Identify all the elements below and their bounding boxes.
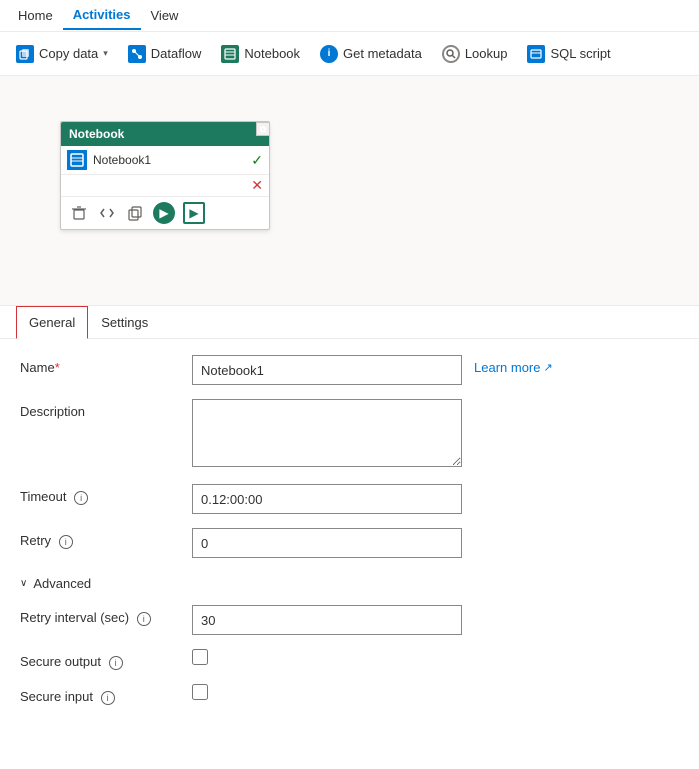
name-required: * (55, 360, 60, 375)
notebook-node[interactable]: Notebook ⧉ Notebook1 ✓ ✕ ▶ ▶ (60, 121, 270, 230)
name-row-right: Learn more ↗ (192, 355, 679, 385)
secure-output-label: Secure output i (20, 649, 180, 670)
retry-interval-info-icon[interactable]: i (137, 612, 151, 626)
secure-input-row: Secure input i (20, 684, 679, 705)
tabs: General Settings (0, 306, 699, 339)
code-icon[interactable] (97, 203, 117, 223)
secure-input-field (192, 684, 679, 703)
canvas-area: Notebook ⧉ Notebook1 ✓ ✕ ▶ ▶ (0, 76, 699, 306)
retry-info-icon[interactable]: i (59, 535, 73, 549)
copy-data-icon (16, 45, 34, 63)
secure-output-row: Secure output i (20, 649, 679, 670)
run-arrow-icon[interactable]: ▶ (153, 202, 175, 224)
retry-interval-input[interactable] (192, 605, 462, 635)
description-row: Description (20, 399, 679, 470)
run-arrow-outline-icon[interactable]: ▶ (183, 202, 205, 224)
copy-data-dropdown-icon: ▾ (103, 48, 108, 59)
retry-input[interactable] (192, 528, 462, 558)
menu-bar: Home Activities View (0, 0, 699, 32)
node-expand-icon[interactable]: ⧉ (256, 122, 270, 136)
retry-interval-label: Retry interval (sec) i (20, 605, 180, 626)
delete-icon[interactable] (69, 203, 89, 223)
menu-view[interactable]: View (141, 2, 189, 29)
name-row: Name* Learn more ↗ (20, 355, 679, 385)
notebook-node-header: Notebook ⧉ (61, 122, 269, 146)
advanced-label: Advanced (33, 576, 91, 591)
retry-interval-field (192, 605, 462, 635)
learn-more-label: Learn more (474, 360, 540, 375)
node-check-icon: ✓ (251, 152, 263, 169)
metadata-icon: i (320, 45, 338, 63)
dataflow-button[interactable]: Dataflow (120, 40, 210, 68)
notebook-activity-icon (67, 150, 87, 170)
menu-home[interactable]: Home (8, 2, 63, 29)
get-metadata-label: Get metadata (343, 46, 422, 61)
description-field (192, 399, 462, 470)
description-label: Description (20, 399, 180, 419)
secure-input-label: Secure input i (20, 684, 180, 705)
sql-script-label: SQL script (550, 46, 610, 61)
name-label: Name* (20, 355, 180, 375)
secure-output-checkbox[interactable] (192, 649, 208, 665)
lookup-button[interactable]: Lookup (434, 40, 516, 68)
notebook-node-title: Notebook (69, 127, 124, 141)
timeout-label: Timeout i (20, 484, 180, 505)
secure-output-field (192, 649, 679, 668)
notebook-toolbar-label: Notebook (244, 46, 300, 61)
notebook-toolbar-button[interactable]: Notebook (213, 40, 308, 68)
copy-data-button[interactable]: Copy data ▾ (8, 40, 116, 68)
lookup-label: Lookup (465, 46, 508, 61)
retry-row: Retry i (20, 528, 679, 558)
copy-icon[interactable] (125, 203, 145, 223)
secure-input-checkbox[interactable] (192, 684, 208, 700)
tab-settings[interactable]: Settings (88, 306, 161, 339)
sql-script-button[interactable]: SQL script (519, 40, 618, 68)
timeout-field (192, 484, 462, 514)
toolbar: Copy data ▾ Dataflow Notebook i Get meta… (0, 32, 699, 76)
secure-output-info-icon[interactable]: i (109, 656, 123, 670)
tab-general[interactable]: General (16, 306, 88, 339)
notebook-activity-name: Notebook1 (93, 153, 245, 167)
form: Name* Learn more ↗ Description Timeout i (0, 339, 699, 735)
notebook-node-footer: ▶ ▶ (61, 197, 269, 229)
node-close-icon[interactable]: ✕ (251, 177, 263, 194)
advanced-toggle[interactable]: ∨ Advanced (20, 572, 679, 591)
retry-field (192, 528, 462, 558)
bottom-panel: General Settings Name* Learn more ↗ Desc… (0, 306, 699, 769)
timeout-input[interactable] (192, 484, 462, 514)
sql-icon (527, 45, 545, 63)
secure-input-info-icon[interactable]: i (101, 691, 115, 705)
description-textarea[interactable] (192, 399, 462, 467)
menu-activities[interactable]: Activities (63, 1, 141, 30)
name-input[interactable] (192, 355, 462, 385)
timeout-row: Timeout i (20, 484, 679, 514)
advanced-chevron-icon: ∨ (20, 578, 27, 589)
retry-label: Retry i (20, 528, 180, 549)
timeout-info-icon[interactable]: i (74, 491, 88, 505)
notebook-node-body: Notebook1 ✓ (61, 146, 269, 175)
notebook-toolbar-icon (221, 45, 239, 63)
copy-data-label: Copy data (39, 46, 98, 61)
learn-more-link[interactable]: Learn more ↗ (474, 355, 553, 375)
retry-interval-row: Retry interval (sec) i (20, 605, 679, 635)
dataflow-icon (128, 45, 146, 63)
get-metadata-button[interactable]: i Get metadata (312, 40, 430, 68)
dataflow-label: Dataflow (151, 46, 202, 61)
lookup-icon (442, 45, 460, 63)
external-link-icon: ↗ (543, 361, 552, 374)
